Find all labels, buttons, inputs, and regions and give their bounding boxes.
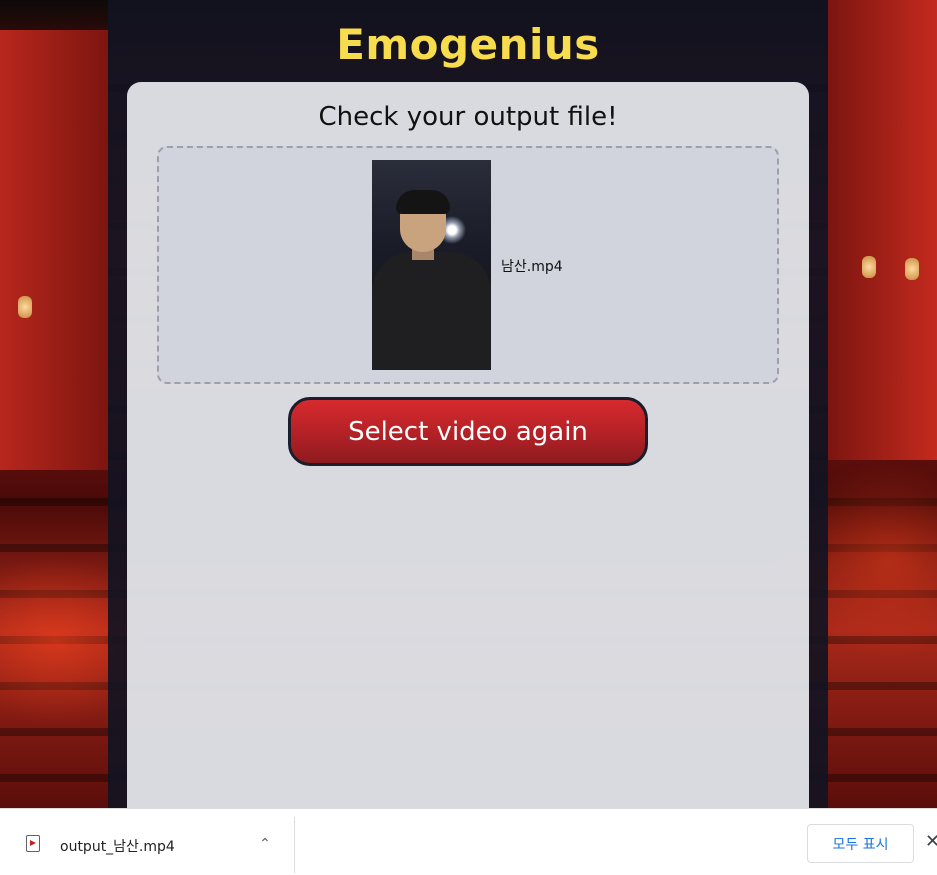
- close-icon[interactable]: ✕: [925, 831, 937, 853]
- right-wall: [828, 0, 937, 460]
- chevron-up-icon[interactable]: ⌃: [256, 835, 274, 853]
- left-wall: [0, 30, 108, 470]
- select-video-again-button[interactable]: Select video again: [288, 397, 648, 466]
- wall-lamp: [905, 258, 919, 280]
- output-card: Check your output file! 남산.mp4 Select vi…: [127, 82, 809, 822]
- video-file-name: 남산.mp4: [501, 259, 563, 275]
- wall-lamp: [18, 296, 32, 318]
- card-heading: Check your output file!: [318, 102, 618, 132]
- video-thumbnail[interactable]: [372, 160, 491, 370]
- downloads-bar: output_남산.mp4 ⌃ 모두 표시 ✕: [0, 808, 937, 875]
- video-preview-area: 남산.mp4: [157, 146, 779, 384]
- download-item[interactable]: output_남산.mp4 ⌃: [0, 809, 294, 875]
- download-file-name: output_남산.mp4: [60, 839, 175, 855]
- thumbnail-person-hair: [396, 190, 450, 214]
- show-all-button[interactable]: 모두 표시: [807, 824, 914, 863]
- thumbnail-person-body: [372, 252, 491, 370]
- wall-lamp: [862, 256, 876, 278]
- app-title: Emogenius: [336, 20, 600, 69]
- video-file-icon: [26, 835, 40, 852]
- divider: [294, 817, 295, 873]
